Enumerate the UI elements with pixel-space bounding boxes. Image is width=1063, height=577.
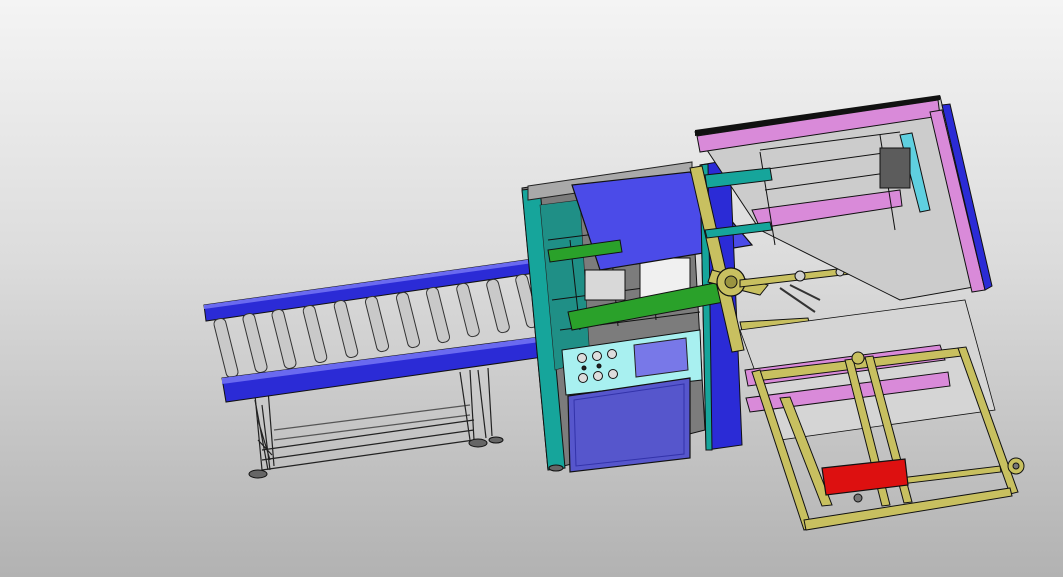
upper-frame — [694, 95, 993, 301]
red-clamp-plate[interactable] — [821, 458, 909, 496]
roller-conveyor[interactable] — [203, 257, 558, 479]
lower-frame[interactable] — [739, 299, 1025, 531]
conveyor-feet — [248, 436, 504, 479]
hmi-screen[interactable] — [633, 337, 689, 378]
cad-3d-viewport[interactable] — [0, 0, 1063, 577]
machine-assembly-model[interactable] — [0, 0, 1063, 577]
